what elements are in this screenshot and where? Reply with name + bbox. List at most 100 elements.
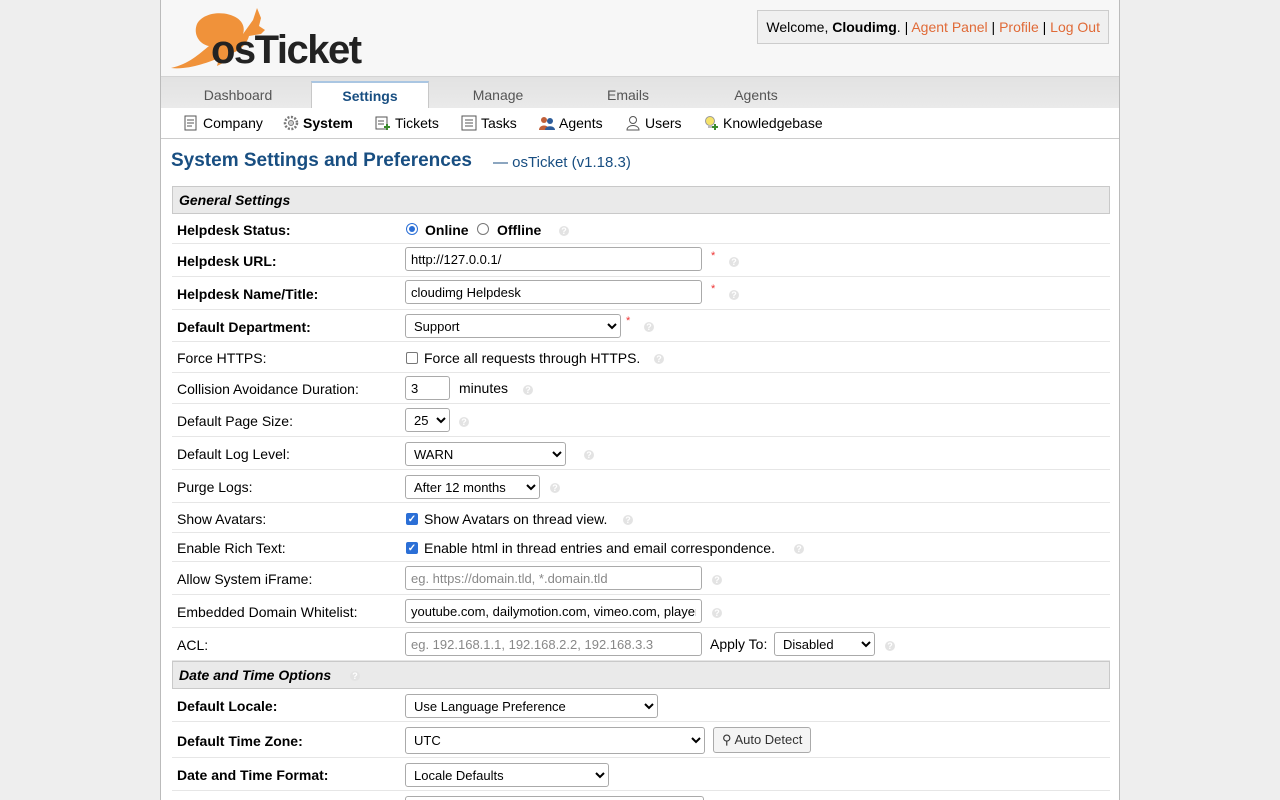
help-icon[interactable]: ? (794, 544, 804, 554)
help-icon[interactable]: ? (559, 226, 569, 236)
row-helpdesk-name: Helpdesk Name/Title: * ? (172, 277, 1110, 310)
profile-link[interactable]: Profile (999, 19, 1039, 35)
subnav-system[interactable]: System (283, 108, 353, 138)
separator: | (1038, 19, 1051, 35)
help-icon[interactable]: ? (550, 483, 560, 493)
required-marker: * (711, 250, 716, 262)
force-https-text: Force all requests through HTTPS. (424, 350, 641, 366)
default-department-select[interactable]: Support (405, 314, 621, 338)
acl-apply-label: Apply To: (710, 636, 768, 652)
show-avatars-checkbox[interactable]: ✓ (406, 513, 418, 525)
tab-manage[interactable]: Manage (433, 81, 563, 108)
acl-apply-select[interactable]: Disabled (774, 632, 875, 656)
helpdesk-url-input[interactable] (405, 247, 702, 271)
help-icon[interactable]: ? (584, 450, 594, 460)
label-rich-text: Enable Rich Text: (177, 540, 286, 556)
help-icon[interactable]: ? (623, 515, 633, 525)
row-log-level: Default Log Level: WARN ? (172, 437, 1110, 470)
logo[interactable]: osTicket (169, 4, 379, 74)
system-iframe-input[interactable] (405, 566, 702, 590)
help-icon[interactable]: ? (523, 385, 533, 395)
purge-logs-select[interactable]: After 12 months (405, 475, 540, 499)
label-helpdesk-name: Helpdesk Name/Title: (177, 286, 319, 302)
log-level-select[interactable]: WARN (405, 442, 566, 466)
document-icon (184, 115, 197, 131)
datetime-format-select[interactable]: Locale Defaults (405, 763, 609, 787)
label-log-level: Default Log Level: (177, 446, 290, 462)
label-datetime-format: Date and Time Format: (177, 767, 329, 783)
auto-detect-button[interactable]: ⚲ Auto Detect (713, 727, 812, 753)
sub-nav: Company System Tickets Tasks Agents User… (161, 108, 1119, 139)
row-collision-duration: Collision Avoidance Duration: minutes ? (172, 373, 1110, 404)
help-icon[interactable]: ? (654, 354, 664, 364)
subnav-knowledgebase[interactable]: Knowledgebase (703, 108, 823, 138)
label-offline: Offline (497, 222, 542, 238)
label-helpdesk-url: Helpdesk URL: (177, 253, 277, 269)
label-show-avatars: Show Avatars: (177, 511, 267, 527)
subnav-agents[interactable]: Agents (539, 108, 603, 138)
tab-emails[interactable]: Emails (563, 81, 693, 108)
radio-offline[interactable] (477, 223, 489, 235)
required-marker: * (711, 283, 716, 295)
help-icon[interactable]: ? (729, 257, 739, 267)
tab-settings[interactable]: Settings (311, 81, 429, 111)
subnav-tasks[interactable]: Tasks (461, 108, 517, 138)
default-timezone-select[interactable]: UTC (405, 727, 705, 754)
label-default-timezone: Default Time Zone: (177, 733, 303, 749)
label-purge-logs: Purge Logs: (177, 479, 253, 495)
help-icon[interactable]: ? (885, 641, 895, 651)
user-icon (626, 116, 640, 131)
label-default-department: Default Department: (177, 319, 311, 335)
row-next (172, 791, 1110, 800)
next-field-partial[interactable] (405, 796, 704, 800)
acl-input[interactable] (405, 632, 702, 656)
logout-link[interactable]: Log Out (1050, 19, 1100, 35)
page-version: — osTicket (v1.18.3) (493, 154, 631, 171)
label-system-iframe: Allow System iFrame: (177, 571, 313, 587)
help-icon[interactable]: ? (644, 322, 654, 332)
tab-dashboard[interactable]: Dashboard (173, 81, 303, 108)
radio-online[interactable] (406, 223, 418, 235)
subnav-users[interactable]: Users (625, 108, 682, 138)
tab-agents[interactable]: Agents (691, 81, 821, 108)
ticket-add-icon (375, 116, 390, 130)
row-system-iframe: Allow System iFrame: ? (172, 562, 1110, 595)
row-helpdesk-status: Helpdesk Status: Online Offline ? (172, 214, 1110, 244)
row-default-timezone: Default Time Zone: UTC ⚲ Auto Detect (172, 722, 1110, 758)
help-icon[interactable]: ? (459, 417, 469, 427)
rich-text-checkbox[interactable]: ✓ (406, 542, 418, 554)
collision-unit: minutes (459, 380, 509, 396)
default-locale-select[interactable]: Use Language Preference (405, 694, 658, 718)
subnav-company[interactable]: Company (183, 108, 263, 138)
main-nav: Dashboard Settings Manage Emails Agents (161, 76, 1119, 111)
label-default-locale: Default Locale: (177, 698, 278, 714)
label-domain-whitelist: Embedded Domain Whitelist: (177, 604, 358, 620)
show-avatars-text: Show Avatars on thread view. (424, 511, 608, 527)
help-icon[interactable]: ? (350, 671, 360, 681)
agents-icon (539, 117, 555, 130)
force-https-checkbox[interactable] (406, 352, 418, 364)
help-icon[interactable]: ? (712, 608, 722, 618)
helpdesk-name-input[interactable] (405, 280, 702, 304)
gear-icon (283, 115, 299, 131)
agent-panel-link[interactable]: Agent Panel (911, 19, 987, 35)
welcome-suffix: . | (896, 19, 912, 35)
logo-text: osTicket (211, 28, 362, 72)
rich-text-text: Enable html in thread entries and email … (424, 540, 775, 556)
row-acl: ACL: Apply To: Disabled ? (172, 628, 1110, 661)
welcome-prefix: Welcome, (766, 19, 833, 35)
page-container: osTicket Welcome, Cloudimg. | Agent Pane… (160, 0, 1120, 800)
help-icon[interactable]: ? (712, 575, 722, 585)
subnav-tickets[interactable]: Tickets (375, 108, 439, 138)
location-pin-icon: ⚲ (722, 732, 732, 747)
tasks-icon (461, 115, 477, 131)
page-size-select[interactable]: 25 (405, 408, 450, 432)
username: Cloudimg (832, 19, 897, 35)
section-date-time-options: Date and Time Options ? (172, 661, 1110, 689)
row-default-department: Default Department: Support * ? (172, 310, 1110, 342)
row-datetime-format: Date and Time Format: Locale Defaults (172, 758, 1110, 791)
collision-duration-input[interactable] (405, 376, 450, 400)
domain-whitelist-input[interactable] (405, 599, 702, 623)
row-default-locale: Default Locale: Use Language Preference (172, 689, 1110, 722)
help-icon[interactable]: ? (729, 290, 739, 300)
